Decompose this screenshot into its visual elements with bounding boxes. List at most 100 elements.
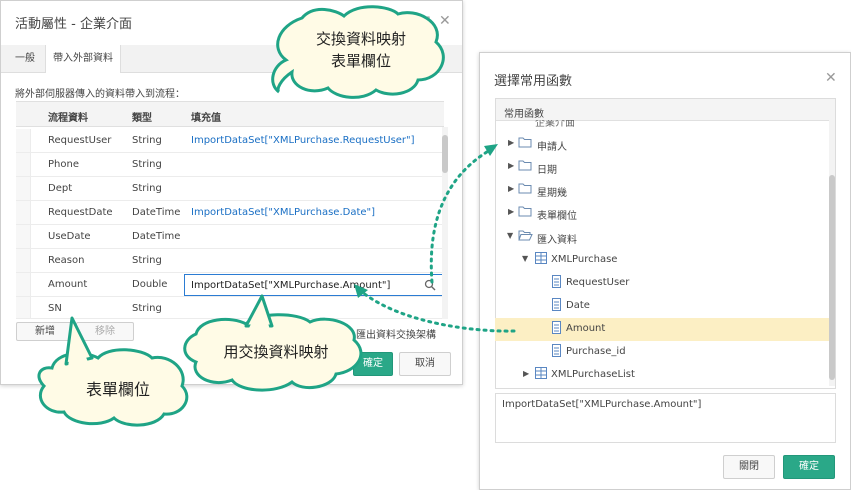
folder-icon bbox=[518, 205, 532, 220]
tree-item-purchase-id[interactable]: Purchase_id bbox=[495, 341, 829, 364]
row-name: Reason bbox=[48, 255, 85, 266]
table-row[interactable]: RequestDate DateTime ImportDataSet["XMLP… bbox=[16, 201, 444, 225]
table-row[interactable]: Reason String bbox=[16, 249, 444, 273]
grid-scrollbar-thumb[interactable] bbox=[442, 135, 448, 173]
callout-bottom: 表單欄位 bbox=[85, 380, 150, 399]
col-header-process-data[interactable]: 流程資料 bbox=[48, 109, 88, 124]
expression-text: ImportDataSet["XMLPurchase.Amount"] bbox=[502, 399, 702, 410]
row-type: DateTime bbox=[132, 207, 181, 218]
row-type: String bbox=[132, 255, 162, 266]
tree-item-label: XMLPurchase bbox=[551, 254, 618, 265]
expand-icon[interactable]: ⤢ bbox=[421, 15, 430, 26]
row-name: Dept bbox=[48, 183, 73, 194]
search-icon[interactable] bbox=[424, 279, 436, 291]
tree-item-form-fields[interactable]: ▶ 表單欄位 bbox=[495, 202, 829, 225]
row-name: RequestDate bbox=[48, 207, 113, 218]
tree-item-requestuser[interactable]: RequestUser bbox=[495, 272, 829, 295]
tree-header: 常用函數 bbox=[496, 99, 835, 121]
tree-scrollbar-thumb[interactable] bbox=[829, 175, 835, 380]
col-header-fill-value[interactable]: 填充值 bbox=[191, 109, 221, 124]
close-icon[interactable]: ✕ bbox=[439, 14, 451, 28]
field-icon bbox=[552, 275, 561, 291]
chevron-right-icon[interactable]: ▶ bbox=[508, 184, 514, 193]
tree-item-label: 申請人 bbox=[537, 142, 567, 153]
tree-item-imported-data[interactable]: ▼ 匯入資料 bbox=[495, 226, 829, 249]
row-type: DateTime bbox=[132, 231, 181, 242]
row-name: RequestUser bbox=[48, 135, 112, 146]
tree-item-label: 匯入資料 bbox=[537, 235, 577, 246]
folder-icon bbox=[518, 159, 532, 174]
export-schema-link[interactable]: 匯出資料交換架構 bbox=[356, 326, 436, 341]
table-row[interactable]: SN String bbox=[16, 297, 444, 319]
col-header-type[interactable]: 類型 bbox=[132, 109, 152, 124]
amount-value-text: ImportDataSet["XMLPurchase.Amount"] bbox=[191, 280, 391, 291]
close-icon[interactable]: ✕ bbox=[825, 71, 837, 85]
callout-middle: 用交換資料映射 bbox=[223, 343, 329, 361]
table-icon bbox=[535, 367, 547, 382]
tree-item-date-field[interactable]: Date bbox=[495, 295, 829, 318]
tree-item-xmlpurchase[interactable]: ▼ XMLPurchase bbox=[495, 249, 829, 272]
tab-import-external-data[interactable]: 帶入外部資料 bbox=[45, 45, 121, 73]
remove-button[interactable]: 移除 bbox=[76, 322, 134, 341]
ok-button[interactable]: 確定 bbox=[783, 455, 835, 479]
grid-header: 流程資料 類型 填充值 bbox=[16, 101, 444, 127]
tree-item-label: 星期幾 bbox=[537, 188, 567, 199]
chevron-right-icon[interactable]: ▶ bbox=[523, 369, 529, 378]
tree-item-weekday[interactable]: ▶ 星期幾 bbox=[495, 179, 829, 202]
folder-open-icon bbox=[518, 229, 533, 244]
tree-clip: 企業介面 bbox=[495, 120, 829, 130]
field-icon bbox=[552, 298, 561, 314]
table-row[interactable]: UseDate DateTime bbox=[16, 225, 444, 249]
row-value[interactable]: ImportDataSet["XMLPurchase.Date"] bbox=[191, 207, 375, 218]
row-name: Phone bbox=[48, 159, 79, 170]
tab-general[interactable]: 一般 bbox=[7, 45, 43, 72]
add-button[interactable]: 新增 bbox=[16, 322, 74, 341]
chevron-right-icon[interactable]: ▶ bbox=[508, 207, 514, 216]
row-type: String bbox=[132, 159, 162, 170]
close-button[interactable]: 關閉 bbox=[723, 455, 775, 479]
tree-item-xmlpurchaselist[interactable]: ▶ XMLPurchaseList bbox=[495, 364, 829, 387]
row-type: String bbox=[132, 303, 162, 314]
table-row[interactable]: Dept String bbox=[16, 177, 444, 201]
dialog-title: 活動屬性 - 企業介面 bbox=[15, 17, 132, 32]
row-type: Double bbox=[132, 279, 168, 290]
chevron-down-icon[interactable]: ▼ bbox=[522, 254, 528, 263]
row-name: UseDate bbox=[48, 231, 91, 242]
expression-box[interactable]: ImportDataSet["XMLPurchase.Amount"] bbox=[495, 393, 836, 443]
dialog-title: 選擇常用函數 bbox=[494, 74, 573, 89]
tree-header-label: 常用函數 bbox=[504, 109, 544, 120]
ok-button[interactable]: 確定 bbox=[353, 352, 393, 376]
tree-item-label: RequestUser bbox=[566, 277, 630, 288]
folder-icon bbox=[518, 136, 532, 151]
tree-item-label: 表單欄位 bbox=[537, 211, 577, 222]
callout-top-line2: 表單欄位 bbox=[330, 52, 391, 70]
row-value[interactable]: ImportDataSet["XMLPurchase.RequestUser"] bbox=[191, 135, 415, 146]
field-icon bbox=[552, 321, 561, 337]
folder-icon bbox=[518, 182, 532, 197]
row-name: SN bbox=[48, 303, 62, 314]
chevron-down-icon[interactable]: ▼ bbox=[507, 231, 513, 240]
tree-item-label: Date bbox=[566, 300, 590, 311]
table-row[interactable]: Amount Double ImportDataSet["XMLPurchase… bbox=[16, 273, 444, 297]
row-type: String bbox=[132, 183, 162, 194]
field-icon bbox=[552, 344, 561, 360]
tree-item-label: 日期 bbox=[537, 165, 557, 176]
chevron-right-icon[interactable]: ▶ bbox=[508, 138, 514, 147]
row-name: Amount bbox=[48, 279, 88, 290]
callout-top-line1: 交換資料映射 bbox=[315, 30, 406, 48]
chevron-right-icon[interactable]: ▶ bbox=[508, 161, 514, 170]
tree-item-label: Purchase_id bbox=[566, 346, 626, 357]
amount-value-input[interactable]: ImportDataSet["XMLPurchase.Amount"] bbox=[184, 274, 443, 296]
tree-partial-label: 企業介面 bbox=[535, 120, 575, 129]
tree-item-label: XMLPurchaseList bbox=[551, 369, 635, 380]
grid-scrollbar[interactable] bbox=[442, 127, 448, 319]
tree-item-amount[interactable]: Amount bbox=[495, 318, 829, 341]
tree-item-date[interactable]: ▶ 日期 bbox=[495, 156, 829, 179]
table-row[interactable]: Phone String bbox=[16, 153, 444, 177]
tree-item-applicant[interactable]: ▶ 申請人 bbox=[495, 133, 829, 156]
tree-scrollbar[interactable] bbox=[829, 120, 835, 386]
cancel-button[interactable]: 取消 bbox=[399, 352, 451, 376]
row-type: String bbox=[132, 135, 162, 146]
table-row[interactable]: RequestUser String ImportDataSet["XMLPur… bbox=[16, 129, 444, 153]
table-icon bbox=[535, 252, 547, 267]
